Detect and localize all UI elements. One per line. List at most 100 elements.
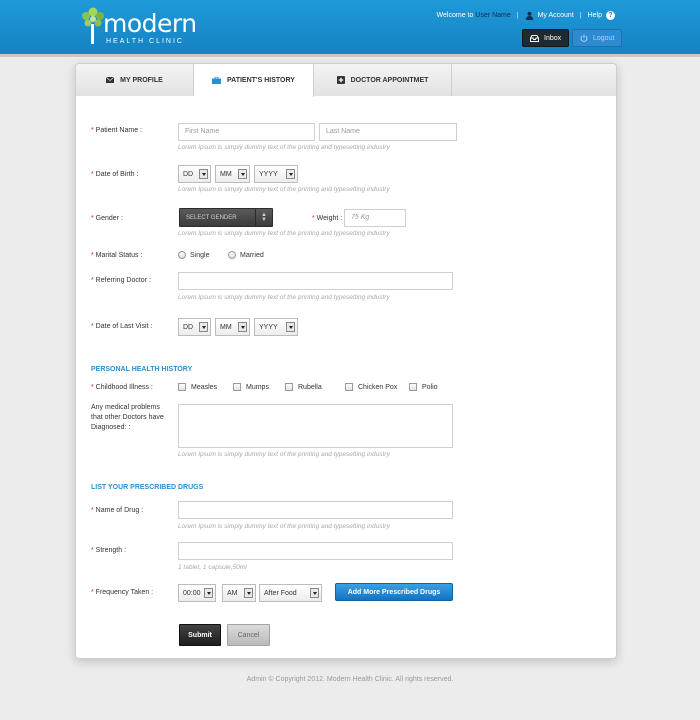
referring-doctor-help: Lorem Ipsum is simply dummy text of the … — [178, 294, 390, 301]
referring-doctor-input[interactable] — [178, 272, 453, 290]
cancel-button[interactable]: Cancel — [227, 624, 270, 646]
radio-married[interactable]: Married — [228, 251, 264, 259]
inbox-button[interactable]: Inbox — [522, 29, 570, 47]
tab-bar-filler — [452, 64, 616, 96]
patient-name-label: * Patient Name : — [91, 127, 142, 134]
medical-problems-label: Any medical problems that other Doctors … — [91, 403, 164, 433]
checkbox-polio[interactable]: Polio — [409, 383, 438, 391]
select-value: AM — [227, 589, 238, 597]
welcome-text: Welcome to User Name — [436, 12, 511, 19]
prescribed-drugs-heading: LIST YOUR PRESCRIBED DRUGS — [91, 484, 204, 491]
radio-button-icon — [228, 251, 236, 259]
medical-problems-help: Lorem Ipsum is simply dummy text of the … — [178, 451, 390, 458]
marital-status-label: * Marital Status : — [91, 252, 143, 259]
tab-patients-history[interactable]: PATIENT'S HISTORY — [194, 64, 314, 97]
clinic-logo[interactable]: modern HEALTH CLINIC — [78, 6, 197, 50]
select-value: YYYY — [259, 170, 278, 178]
tab-label: DOCTOR APPOINTMET — [350, 76, 429, 84]
checkbox-icon — [178, 383, 186, 391]
checkbox-icon — [285, 383, 293, 391]
dropdown-arrow-icon — [238, 169, 247, 179]
main-panel: MY PROFILE PATIENT'S HISTORY DOCTOR APPO… — [75, 63, 617, 659]
plus-square-icon — [336, 76, 345, 84]
select-value: 00:00 — [183, 589, 201, 597]
checkbox-icon — [409, 383, 417, 391]
username-link[interactable]: User Name — [475, 12, 510, 19]
submit-button[interactable]: Submit — [179, 624, 221, 646]
last-visit-year-select[interactable]: YYYY — [254, 318, 298, 336]
weight-label: * Weight : — [312, 215, 343, 222]
medical-problems-textarea[interactable] — [178, 404, 453, 448]
referring-doctor-label: * Referring Doctor : — [91, 277, 151, 284]
radio-single[interactable]: Single — [178, 251, 209, 259]
gender-help: Lorem Ipsum is simply dummy text of the … — [178, 230, 390, 237]
checkbox-mumps[interactable]: Mumps — [233, 383, 269, 391]
checkbox-label: Chicken Pox — [358, 383, 398, 391]
dropdown-arrow-icon — [199, 169, 208, 179]
tab-label: MY PROFILE — [120, 76, 163, 84]
nav-divider: | — [516, 12, 519, 19]
strength-label: * Strength : — [91, 547, 127, 554]
checkbox-label: Rubella — [298, 383, 322, 391]
nav-divider: | — [579, 12, 582, 19]
frequency-food-select[interactable]: After Food — [259, 584, 322, 602]
inbox-icon — [530, 34, 539, 42]
dropdown-arrow-icon — [286, 169, 295, 179]
logout-button[interactable]: Logout — [572, 29, 623, 47]
weight-input[interactable]: 75 Kg — [344, 209, 406, 227]
dob-year-select[interactable]: YYYY — [254, 165, 298, 183]
first-name-input[interactable]: First Name — [178, 123, 315, 141]
tab-my-profile[interactable]: MY PROFILE — [76, 64, 194, 96]
dropdown-arrow-icon — [310, 588, 319, 598]
my-account-link[interactable]: My Account — [525, 11, 574, 20]
frequency-ampm-select[interactable]: AM — [222, 584, 256, 602]
last-visit-label: * Date of Last Visit : — [91, 323, 153, 330]
select-value: MM — [220, 323, 232, 331]
checkbox-label: Measles — [191, 383, 218, 391]
dropdown-arrow-icon — [204, 588, 213, 598]
checkbox-chicken-pox[interactable]: Chicken Pox — [345, 383, 397, 391]
help-link[interactable]: Help ? — [588, 11, 615, 20]
dropdown-arrow-icon — [199, 322, 208, 332]
checkbox-icon — [345, 383, 353, 391]
strength-input[interactable] — [178, 542, 453, 560]
page-footer: Admin © Copyright 2012. Modern Health Cl… — [246, 676, 454, 683]
checkbox-rubella[interactable]: Rubella — [285, 383, 322, 391]
question-icon: ? — [606, 11, 615, 20]
inbox-label: Inbox — [544, 34, 562, 42]
dob-day-select[interactable]: DD — [178, 165, 211, 183]
checkbox-icon — [233, 383, 241, 391]
radio-button-icon — [178, 251, 186, 259]
select-value: YYYY — [259, 323, 278, 331]
add-prescribed-drugs-button[interactable]: Add More Prescribed Drugs — [335, 583, 453, 601]
briefcase-icon — [212, 77, 222, 84]
dob-month-select[interactable]: MM — [215, 165, 250, 183]
drug-name-label: * Name of Drug : — [91, 507, 144, 514]
select-value: MM — [220, 170, 232, 178]
select-value: DD — [183, 170, 194, 178]
logo-wordmark: modern — [103, 9, 197, 38]
last-visit-day-select[interactable]: DD — [178, 318, 211, 336]
dob-help: Lorem Ipsum is simply dummy text of the … — [178, 186, 390, 193]
last-visit-month-select[interactable]: MM — [215, 318, 250, 336]
drug-name-help: Lorem Ipsum is simply dummy text of the … — [178, 523, 390, 530]
my-account-label: My Account — [537, 12, 574, 19]
label-line: Any medical problems — [91, 404, 160, 411]
last-name-input[interactable]: Last Name — [319, 123, 457, 141]
logout-label: Logout — [593, 34, 615, 42]
tab-doctor-appointment[interactable]: DOCTOR APPOINTMET — [314, 64, 452, 96]
top-navigation: Welcome to User Name | My Account | Help… — [437, 11, 615, 20]
patient-name-help: Lorem Ipsum is simply dummy text of the … — [178, 144, 390, 151]
checkbox-measles[interactable]: Measles — [178, 383, 217, 391]
app-header: modern HEALTH CLINIC Welcome to User Nam… — [0, 0, 700, 54]
frequency-label: * Frequency Taken : — [91, 589, 154, 596]
select-value: DD — [183, 323, 194, 331]
frequency-time-select[interactable]: 00:00 — [178, 584, 216, 602]
drug-name-input[interactable] — [178, 501, 453, 519]
label-line: Diagnosed: : — [91, 424, 131, 431]
checkbox-label: Polio — [422, 383, 438, 391]
dropdown-arrow-icon — [286, 322, 295, 332]
radio-label: Married — [240, 251, 264, 259]
gender-select[interactable]: SELECT GENDER ▲ ▼ — [179, 208, 273, 227]
logo-subtitle: HEALTH CLINIC — [106, 38, 184, 45]
